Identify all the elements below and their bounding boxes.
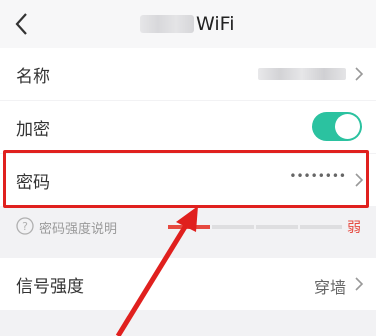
redacted-ssid [140,15,194,33]
name-row[interactable]: 名称 [0,48,376,100]
password-strength-hint: ? 密码强度说明 弱 [0,208,376,244]
nav-header: WiFi [0,0,376,48]
redacted-name-value [258,68,346,80]
chevron-left-icon[interactable] [10,10,34,38]
strength-segment [256,225,298,229]
signal-value: 穿墙 [313,278,346,297]
page-title: WiFi [140,10,234,38]
svg-text:?: ? [22,220,28,233]
chevron-right-icon [355,67,364,81]
strength-segment [212,225,254,229]
name-label: 名称 [16,67,50,87]
password-highlight-box [3,150,369,208]
strength-segment [168,225,210,229]
strength-label: 弱 [347,220,361,236]
question-circle-icon[interactable]: ? [16,217,34,235]
strength-description-link[interactable]: 密码强度说明 [39,218,117,237]
signal-strength-row[interactable]: 信号强度 穿墙 [0,258,376,310]
encrypt-row: 加密 [0,101,376,153]
signal-label: 信号强度 [16,277,84,297]
page-title-text: WiFi [196,13,235,35]
encrypt-label: 加密 [16,120,50,140]
strength-segment [300,225,342,229]
chevron-right-icon [355,277,364,291]
encrypt-toggle[interactable] [312,112,362,141]
toggle-knob [335,114,360,139]
